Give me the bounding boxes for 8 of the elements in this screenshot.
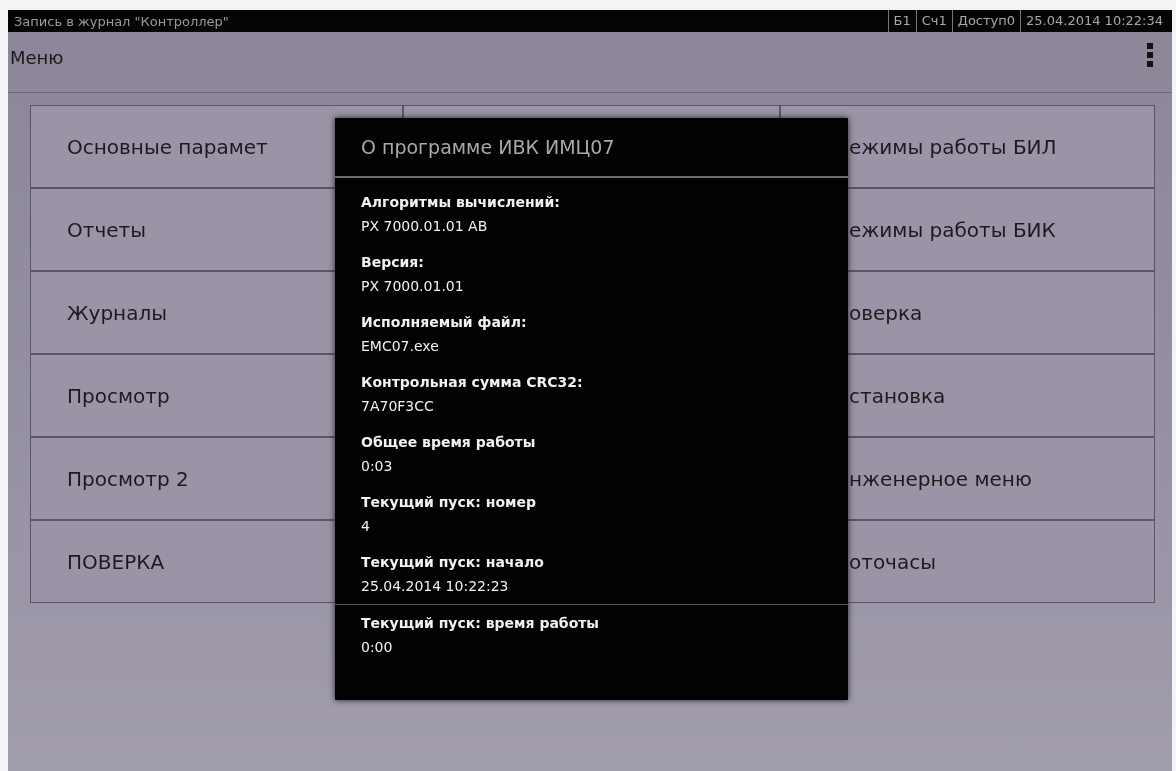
field-value: 0:00 (361, 638, 394, 657)
window-title: Запись в журнал "Контроллер" (14, 13, 229, 29)
menu-title: Меню (10, 46, 64, 68)
field-label: Текущий пуск: время работы (361, 614, 601, 633)
field-value: 4 (361, 517, 371, 536)
dialog-title: О программе ИВК ИМЦ07 (335, 118, 848, 178)
field-value: 0:03 (361, 457, 394, 476)
menu-icon[interactable] (1146, 42, 1154, 68)
